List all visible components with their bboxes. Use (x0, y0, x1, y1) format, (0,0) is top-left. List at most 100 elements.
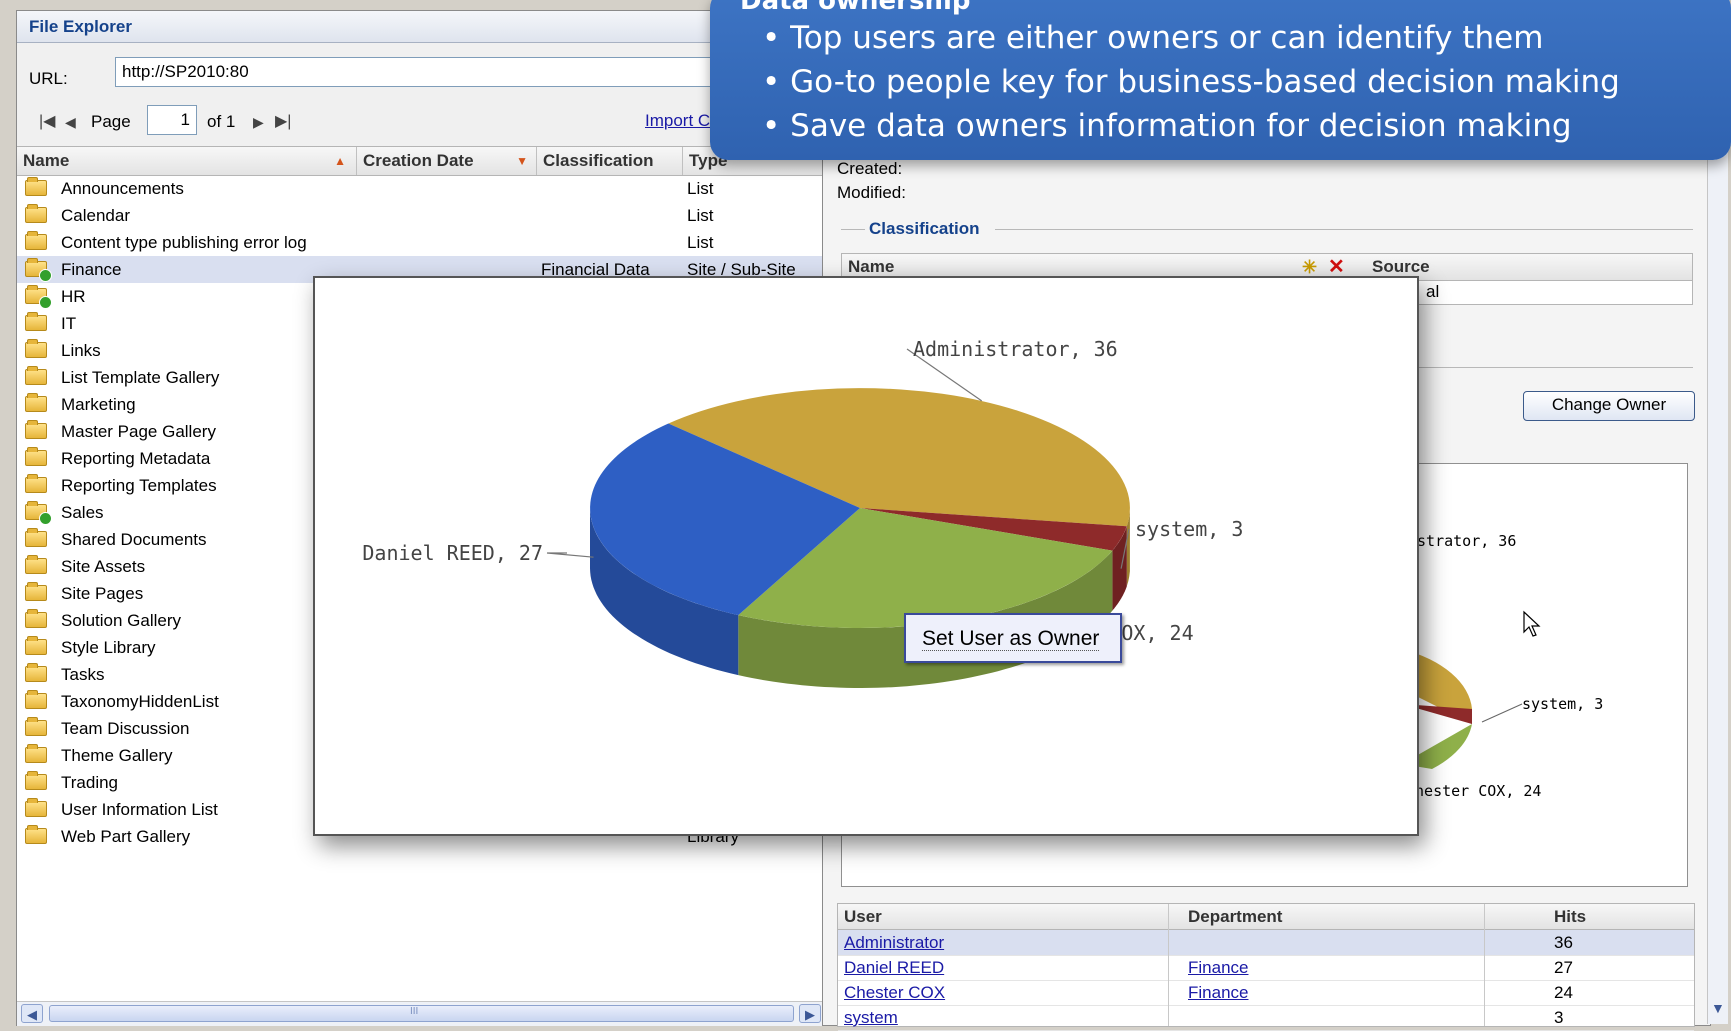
file-row[interactable]: Announcements List (17, 175, 825, 202)
users-col-user[interactable]: User (844, 904, 882, 929)
user-row[interactable]: Daniel REED Finance 27 (838, 955, 1694, 981)
scroll-left-icon[interactable]: ◀ (21, 1004, 43, 1023)
col-creation-date[interactable]: Creation Date ▼ (357, 147, 537, 175)
first-page-icon[interactable]: |◀ (39, 105, 55, 139)
tooltip-text: Set User as Owner (922, 627, 1100, 651)
file-row-name: Reporting Templates (61, 476, 217, 495)
col-name[interactable]: Name ▲ (17, 147, 357, 175)
mouse-cursor-icon (1523, 610, 1541, 637)
department-link[interactable]: Finance (1188, 980, 1248, 1005)
scroll-thumb[interactable]: III (49, 1005, 794, 1022)
folder-icon (25, 609, 47, 628)
sort-asc-icon: ▲ (334, 154, 346, 168)
set-user-as-owner-tooltip[interactable]: Set User as Owner (904, 613, 1122, 663)
small-label-system: system, 3 (1522, 695, 1603, 713)
users-grid-header: User Department Hits (838, 904, 1694, 930)
hits-cell: 24 (1554, 983, 1573, 1002)
file-row-name: Team Discussion (61, 719, 190, 738)
owner-check-icon (39, 512, 52, 525)
folder-icon (25, 744, 47, 763)
users-col-hits[interactable]: Hits (1554, 904, 1586, 929)
file-row-name: Calendar (61, 206, 130, 225)
owner-check-icon (39, 269, 52, 282)
vertical-scrollbar[interactable]: ▼ (1707, 10, 1728, 1024)
top-users-grid: User Department Hits Administrator 36 Dani… (837, 903, 1695, 1031)
file-row-name: Announcements (61, 179, 184, 198)
folder-icon (25, 690, 47, 709)
file-row[interactable]: Calendar List (17, 202, 825, 229)
small-leader-line (1481, 703, 1523, 723)
user-link[interactable]: Chester COX (844, 980, 945, 1005)
users-col-department[interactable]: Department (1188, 904, 1282, 929)
import-link[interactable]: Import C (645, 111, 710, 131)
file-row-name: Marketing (61, 395, 136, 414)
folder-icon (25, 177, 47, 196)
department-link[interactable]: Finance (1188, 955, 1248, 980)
page-of-label: of 1 (207, 112, 236, 131)
user-row[interactable]: system 3 (838, 1005, 1694, 1031)
folder-icon (25, 771, 47, 790)
url-toolbar: URL: |◀ ◀ Page of 1 ▶ ▶| Import C (17, 43, 825, 163)
callout-title: Data ownership (740, 0, 971, 16)
file-row-name: Reporting Metadata (61, 449, 211, 468)
file-row-name: Site Pages (61, 584, 144, 603)
created-label: Created: (837, 159, 903, 178)
folder-icon (25, 717, 47, 736)
column-divider (1484, 904, 1485, 1026)
folder-icon (25, 582, 47, 601)
hits-cell: 36 (1554, 933, 1573, 952)
folder-icon (25, 555, 47, 574)
file-row-name: TaxonomyHiddenList (61, 692, 219, 711)
folder-icon (25, 636, 47, 655)
pie-leader-line (546, 552, 594, 558)
user-link[interactable]: Administrator (844, 930, 944, 955)
horizontal-scrollbar[interactable]: ◀ III ▶ (17, 1001, 825, 1026)
file-row[interactable]: Content type publishing error log List (17, 229, 825, 256)
folder-icon (25, 231, 47, 250)
last-page-icon[interactable]: ▶| (275, 105, 291, 139)
data-ownership-callout: Data ownership • Top users are either ow… (710, 0, 1731, 160)
file-row-name: Theme Gallery (61, 746, 173, 765)
page-number-input[interactable] (147, 105, 197, 135)
file-row-name: Web Part Gallery (61, 827, 191, 846)
column-divider (1168, 904, 1169, 1026)
callout-bullet: • Save data owners information for decis… (762, 108, 1572, 144)
file-row-name: Sales (61, 503, 104, 522)
folder-icon (25, 528, 47, 547)
file-row-name: IT (61, 314, 77, 333)
scroll-grip: III (410, 1006, 419, 1017)
pie-label-administrator: Administrator, 36 (913, 337, 1118, 361)
file-row-name: Content type publishing error log (61, 233, 307, 252)
divider (995, 229, 1693, 230)
folder-icon (25, 393, 47, 412)
divider (841, 229, 865, 230)
change-owner-button[interactable]: Change Owner (1523, 391, 1695, 421)
user-row[interactable]: Administrator 36 (838, 930, 1694, 956)
file-row-name: Shared Documents (61, 530, 207, 549)
pie-chart: Administrator, 36system, 3Chester COX, 2… (362, 337, 1243, 688)
callout-bullet: • Go-to people key for business-based de… (762, 64, 1620, 100)
user-link[interactable]: Daniel REED (844, 955, 944, 980)
modified-label: Modified: (837, 183, 906, 202)
user-row[interactable]: Chester COX Finance 24 (838, 980, 1694, 1006)
small-label-chester: Chester COX, 24 (1406, 782, 1541, 800)
file-row-name: Finance (61, 260, 122, 279)
folder-icon (25, 339, 47, 358)
url-label: URL: (29, 69, 68, 88)
next-page-icon[interactable]: ▶ (253, 105, 264, 139)
page-label: Page (91, 112, 131, 131)
file-row-type: List (687, 233, 714, 252)
file-row-name: Tasks (61, 665, 105, 684)
file-grid-header: Name ▲ Creation Date ▼ Classification Ty… (17, 146, 825, 176)
owner-pie-chart-popup: Administrator, 36system, 3Chester COX, 2… (313, 276, 1419, 836)
scroll-down-icon[interactable]: ▼ (1711, 1000, 1725, 1016)
col-classification[interactable]: Classification (537, 147, 683, 175)
file-row-name: Solution Gallery (61, 611, 182, 630)
folder-icon (25, 204, 47, 223)
scroll-right-icon[interactable]: ▶ (799, 1004, 821, 1023)
url-input[interactable] (115, 57, 735, 87)
prev-page-icon[interactable]: ◀ (65, 105, 76, 139)
user-link[interactable]: system (844, 1005, 898, 1030)
file-row-type: List (687, 206, 714, 225)
file-row-name: Style Library (61, 638, 156, 657)
